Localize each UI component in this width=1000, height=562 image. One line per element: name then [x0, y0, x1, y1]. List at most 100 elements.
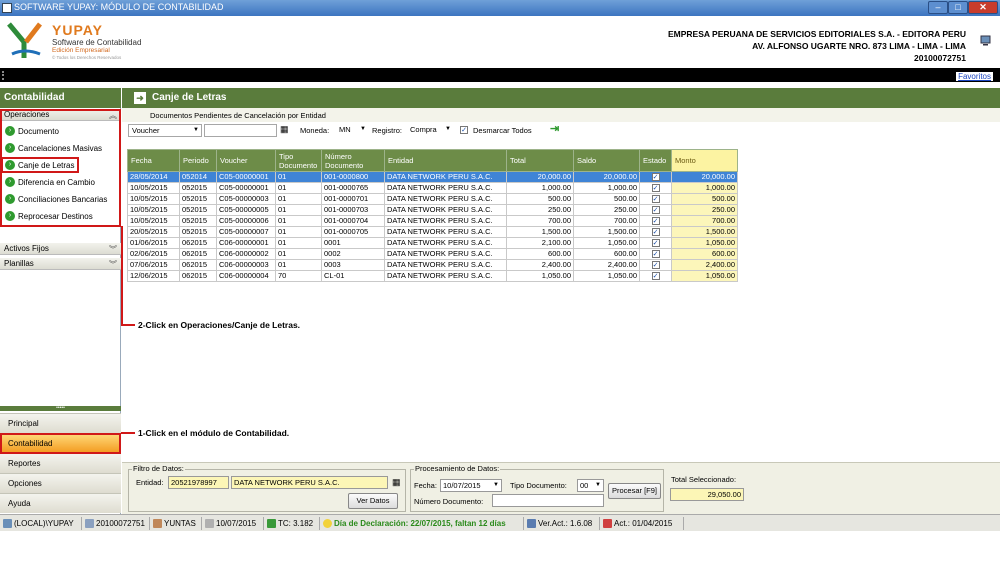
- voucher-select[interactable]: Voucher ▼: [128, 124, 202, 137]
- moneda-select[interactable]: MN ▼: [339, 124, 367, 137]
- estado-checkbox[interactable]: ✓: [651, 272, 660, 280]
- cell-estado[interactable]: ✓: [639, 193, 672, 205]
- cell-estado[interactable]: ✓: [639, 270, 672, 282]
- maximize-button[interactable]: □: [948, 1, 968, 14]
- nav-opciones[interactable]: Opciones: [0, 473, 121, 493]
- col-voucher[interactable]: Voucher: [216, 149, 276, 172]
- entidad-ruc-input[interactable]: 20521978997: [168, 476, 229, 489]
- desmarcar-label[interactable]: Desmarcar Todos: [473, 124, 532, 137]
- dropdown-arrow-icon[interactable]: ▼: [445, 124, 451, 135]
- sidebar: Contabilidad Operaciones ︽ › Documento ›…: [0, 88, 121, 514]
- table-row[interactable]: 10/05/2015 052015 C05-00000006 01 001-00…: [127, 215, 738, 227]
- estado-checkbox[interactable]: ✓: [651, 184, 660, 192]
- close-button[interactable]: ✕: [968, 1, 998, 14]
- cell-estado[interactable]: ✓: [639, 226, 672, 238]
- cell-voucher: C06-00000002: [216, 248, 276, 260]
- favoritos-link[interactable]: Favoritos: [956, 72, 993, 81]
- grip-handle[interactable]: [2, 71, 4, 80]
- col-total[interactable]: Total: [506, 149, 574, 172]
- ver-datos-button[interactable]: Ver Datos: [348, 493, 398, 509]
- col-tipo-documento[interactable]: Tipo Documento: [275, 149, 322, 172]
- voucher-number-input[interactable]: [204, 124, 277, 137]
- col-numero-documento[interactable]: Número Documento: [321, 149, 385, 172]
- cell-monto[interactable]: 1,050.00: [671, 270, 738, 282]
- group-planillas[interactable]: Planillas ︾: [0, 258, 121, 270]
- cell-fecha: 10/05/2015: [127, 193, 180, 205]
- cell-estado[interactable]: ✓: [639, 259, 672, 271]
- table-row[interactable]: 07/06/2015 062015 C06-00000003 01 0003 D…: [127, 259, 738, 271]
- status-user: YUNTAS: [152, 517, 202, 530]
- estado-checkbox[interactable]: ✓: [651, 217, 660, 225]
- chevron-down-icon[interactable]: ︾: [109, 244, 117, 255]
- fecha-input[interactable]: 10/07/2015 ▼: [440, 479, 502, 492]
- group-activos-fijos[interactable]: Activos Fijos ︾: [0, 243, 121, 255]
- cell-estado[interactable]: ✓: [639, 182, 672, 194]
- calculator-icon[interactable]: ▦: [280, 124, 289, 137]
- estado-checkbox[interactable]: ✓: [651, 173, 660, 181]
- table-row[interactable]: 20/05/2015 052015 C05-00000007 01 001-00…: [127, 226, 738, 238]
- table-row[interactable]: 10/05/2015 052015 C05-00000001 01 001-00…: [127, 182, 738, 194]
- brand-subtitle: Software de Contabilidad: [52, 38, 142, 47]
- cell-fecha: 10/05/2015: [127, 215, 180, 227]
- nav-reportes[interactable]: Reportes: [0, 453, 121, 473]
- chevron-down-icon[interactable]: ︾: [109, 259, 117, 270]
- cell-numero: 0001: [321, 237, 385, 249]
- calculator-icon[interactable]: ▦: [392, 477, 401, 488]
- col-periodo[interactable]: Periodo: [179, 149, 217, 172]
- table-row[interactable]: 12/06/2015 062015 C06-00000004 70 CL-01 …: [127, 270, 738, 282]
- estado-checkbox[interactable]: ✓: [651, 206, 660, 214]
- cell-saldo: 1,000.00: [573, 182, 640, 194]
- table-row[interactable]: 28/05/2014 052014 C05-00000001 01 001-00…: [127, 171, 738, 183]
- registro-select[interactable]: Compra ▼: [410, 124, 452, 137]
- numero-documento-input[interactable]: [492, 494, 604, 507]
- minimize-button[interactable]: –: [928, 1, 948, 14]
- cell-monto[interactable]: 2,400.00: [671, 259, 738, 271]
- cell-estado[interactable]: ✓: [639, 215, 672, 227]
- cell-estado[interactable]: ✓: [639, 237, 672, 249]
- col-estado[interactable]: Estado: [639, 149, 672, 172]
- col-fecha[interactable]: Fecha: [127, 149, 180, 172]
- estado-checkbox[interactable]: ✓: [651, 195, 660, 203]
- table-row[interactable]: 10/05/2015 052015 C05-00000005 01 001-00…: [127, 204, 738, 216]
- cell-periodo: 052015: [179, 215, 217, 227]
- nav-principal[interactable]: Principal: [0, 413, 121, 433]
- estado-checkbox[interactable]: ✓: [651, 228, 660, 236]
- splitter-grip[interactable]: •••••: [0, 406, 121, 411]
- procesar-button[interactable]: Procesar [F9]: [608, 483, 661, 499]
- estado-checkbox[interactable]: ✓: [651, 239, 660, 247]
- tipo-documento-select[interactable]: 00 ▼: [577, 479, 604, 492]
- desmarcar-checkbox[interactable]: ✓: [460, 124, 468, 137]
- highlight-contabilidad: [0, 433, 121, 454]
- dropdown-arrow-icon[interactable]: ▼: [493, 480, 499, 491]
- cell-voucher: C05-00000003: [216, 193, 276, 205]
- cell-estado[interactable]: ✓: [639, 248, 672, 260]
- table-row[interactable]: 10/05/2015 052015 C05-00000003 01 001-00…: [127, 193, 738, 205]
- cell-estado[interactable]: ✓: [639, 204, 672, 216]
- cell-tipo: 01: [275, 226, 322, 238]
- cell-estado[interactable]: ✓: [639, 171, 672, 183]
- table-row[interactable]: 02/06/2015 062015 C06-00000002 01 0002 D…: [127, 248, 738, 260]
- nav-ayuda[interactable]: Ayuda: [0, 493, 121, 513]
- estado-checkbox[interactable]: ✓: [651, 261, 660, 269]
- computer-icon[interactable]: [980, 34, 992, 46]
- dropdown-arrow-icon[interactable]: ▼: [360, 124, 366, 135]
- cell-voucher: C06-00000003: [216, 259, 276, 271]
- table-row[interactable]: 01/06/2015 062015 C06-00000001 01 0001 D…: [127, 237, 738, 249]
- entidad-name-input[interactable]: DATA NETWORK PERU S.A.C.: [231, 476, 388, 489]
- cell-monto[interactable]: 1,000.00: [671, 182, 738, 194]
- cell-monto[interactable]: 1,500.00: [671, 226, 738, 238]
- col-entidad[interactable]: Entidad: [384, 149, 507, 172]
- dropdown-arrow-icon[interactable]: ▼: [193, 125, 199, 136]
- export-icon[interactable]: ⇥: [550, 124, 559, 137]
- cell-monto[interactable]: 250.00: [671, 204, 738, 216]
- cell-monto[interactable]: 500.00: [671, 193, 738, 205]
- cell-monto[interactable]: 700.00: [671, 215, 738, 227]
- cell-monto[interactable]: 600.00: [671, 248, 738, 260]
- col-monto[interactable]: Monto: [671, 149, 738, 172]
- dropdown-arrow-icon[interactable]: ▼: [595, 480, 601, 491]
- cell-monto[interactable]: 20,000.00: [671, 171, 738, 183]
- cell-monto[interactable]: 1,050.00: [671, 237, 738, 249]
- menu-strip: [0, 68, 1000, 82]
- estado-checkbox[interactable]: ✓: [651, 250, 660, 258]
- col-saldo[interactable]: Saldo: [573, 149, 640, 172]
